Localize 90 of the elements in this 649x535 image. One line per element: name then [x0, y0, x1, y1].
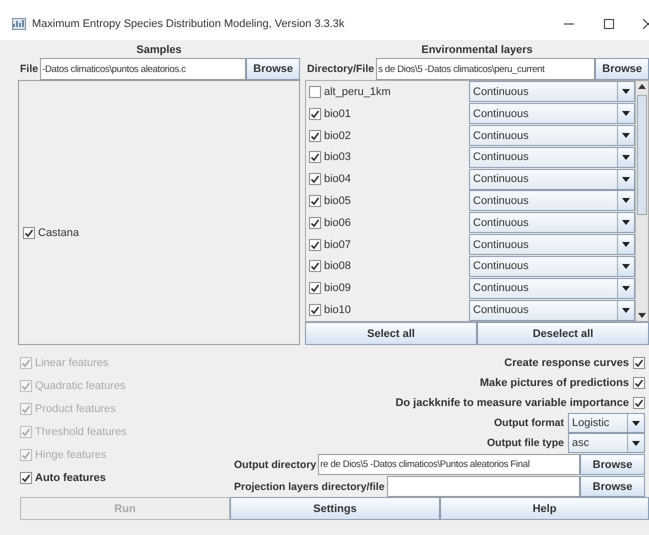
directory-field[interactable]: s de Dios\5 -Datos climaticos\peru_current [376, 58, 596, 80]
scrollbar[interactable] [635, 81, 648, 321]
checkbox-label: bio05 [324, 194, 351, 207]
projection-field[interactable] [386, 476, 580, 497]
file-type-dropdown[interactable]: asc [568, 433, 645, 453]
scroll-down-icon[interactable] [638, 313, 646, 318]
checkbox[interactable] [309, 216, 321, 229]
checkbox-label: alt_peru_1km [324, 86, 391, 98]
dropdown[interactable]: Continuous [469, 103, 635, 124]
dropdown-arrow-icon [632, 420, 640, 426]
output-format-dropdown[interactable]: Logistic [568, 413, 645, 433]
checkbox[interactable] [309, 194, 321, 207]
dropdown[interactable]: Continuous [469, 168, 635, 190]
window-title: Maximum Entropy Species Distribution Modeling, Version 3.3.3k [32, 18, 346, 30]
checkbox-label: bio10 [324, 304, 351, 316]
dropdown[interactable]: Continuous [469, 81, 635, 102]
output-directory-field[interactable]: re de Dios\5 -Datos climaticos\Puntos aleatorios Final [318, 454, 580, 475]
checkbox-label: bio09 [324, 282, 351, 294]
dropdown[interactable]: Continuous [469, 125, 635, 146]
dropdown-arrow-icon [622, 220, 630, 226]
field-label: File [19, 62, 40, 77]
dropdown[interactable]: Continuous [469, 190, 635, 212]
browse-button[interactable]: Browse [246, 58, 300, 80]
checkbox[interactable] [23, 226, 35, 238]
dropdown-arrow-icon [622, 264, 630, 269]
dropdown[interactable]: Continuous [469, 256, 635, 277]
field-label: Projection layers directory/file [233, 480, 386, 494]
checkbox-label: Threshold features [35, 426, 127, 438]
checkbox-label: bio03 [324, 151, 351, 164]
close-icon[interactable] [643, 19, 649, 29]
dropdown-arrow-icon [622, 286, 630, 291]
checkbox-label: Quadratic features [35, 380, 126, 392]
checkbox-label: bio01 [324, 108, 351, 120]
field-label: Output format [493, 417, 565, 429]
dropdown-arrow-icon [622, 154, 630, 160]
checkbox[interactable] [309, 282, 321, 294]
checkbox-label: bio04 [324, 173, 351, 186]
checkbox[interactable] [309, 173, 321, 186]
browse-button[interactable]: Browse [580, 454, 645, 475]
checkbox[interactable] [309, 260, 321, 272]
checkbox[interactable] [309, 130, 321, 142]
checkbox-label: Castana [38, 226, 79, 238]
select-all-button[interactable]: Select all [305, 322, 477, 345]
checkbox-label: Hinge features [35, 449, 107, 461]
checkbox[interactable] [309, 304, 321, 316]
checkbox[interactable] [309, 86, 321, 98]
checkbox-label: Make pictures of predictions [480, 377, 629, 389]
browse-button[interactable]: Browse [595, 58, 649, 80]
dropdown-arrow-icon [622, 89, 630, 94]
checkbox-label: bio08 [324, 260, 351, 272]
checkbox[interactable] [633, 357, 645, 369]
file-field[interactable]: -Datos climaticos\puntos aleatorios.c [40, 58, 246, 80]
checkbox[interactable] [309, 151, 321, 164]
checkbox[interactable] [20, 472, 32, 484]
checkbox-label: bio06 [324, 216, 351, 229]
checkbox-label: Product features [35, 403, 116, 415]
field-label: Output directory [233, 458, 318, 472]
dropdown[interactable]: Continuous [469, 234, 635, 256]
checkbox[interactable] [309, 238, 321, 251]
section-heading: Environmental layers [421, 43, 533, 58]
dropdown-arrow-icon [622, 133, 630, 138]
section-heading: Samples [136, 43, 182, 58]
checkbox[interactable] [309, 108, 321, 120]
dropdown-arrow-icon [632, 440, 640, 446]
app-icon [12, 18, 26, 30]
field-label: Output file type [486, 437, 565, 449]
checkbox[interactable] [633, 377, 645, 389]
checkbox[interactable] [633, 397, 645, 409]
dropdown[interactable]: Continuous [469, 212, 635, 234]
dropdown-arrow-icon [622, 308, 630, 313]
deselect-all-button[interactable]: Deselect all [477, 322, 649, 345]
checkbox-label: bio02 [324, 130, 351, 142]
dropdown[interactable]: Continuous [469, 278, 635, 299]
dropdown[interactable]: Continuous [469, 300, 635, 321]
checkbox-label: Auto features [35, 472, 106, 484]
checkbox-label: bio07 [324, 238, 351, 251]
action-button[interactable]: Settings [230, 497, 440, 520]
field-label: Directory/File [306, 62, 376, 77]
dropdown-arrow-icon [622, 176, 630, 182]
checkbox-label: Do jackknife to measure variable importance [395, 397, 629, 409]
checkbox-label: Create response curves [504, 357, 629, 369]
dropdown-arrow-icon [622, 198, 630, 204]
dropdown[interactable]: Continuous [469, 146, 635, 168]
checkbox-label: Linear features [35, 357, 108, 369]
browse-button[interactable]: Browse [580, 476, 645, 497]
dropdown-arrow-icon [622, 242, 630, 248]
scroll-up-icon[interactable] [638, 84, 646, 89]
action-button[interactable]: Help [440, 497, 649, 520]
dropdown-arrow-icon [622, 111, 630, 116]
maximize-icon[interactable] [604, 19, 614, 29]
